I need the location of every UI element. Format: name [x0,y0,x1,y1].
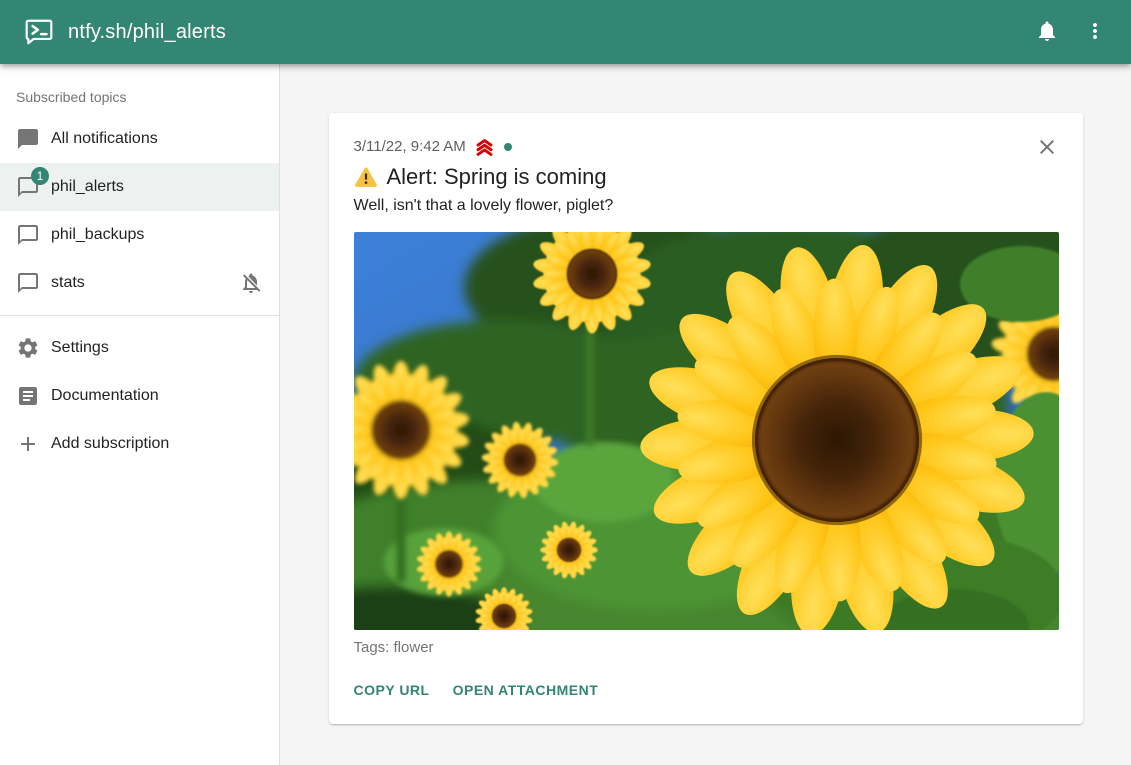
bell-off-icon [239,271,263,295]
app-title: ntfy.sh/phil_alerts [68,21,1023,44]
sidebar-item-label: All notifications [51,130,158,148]
sidebar-item-label: stats [51,274,85,292]
close-notification-button[interactable] [1027,128,1067,168]
warning-triangle-icon [354,165,378,189]
sidebar-item-label: phil_alerts [51,178,124,196]
notification-tags: Tags: flower [354,639,1059,656]
sidebar-item-phil-backups[interactable]: phil_backups [0,211,279,259]
sidebar-item-stats[interactable]: stats [0,259,279,307]
sidebar-divider [0,315,279,316]
unread-count-badge: 1 [31,167,49,185]
chat-bubble-outline-icon [16,271,40,295]
notification-timestamp: 3/11/22, 9:42 AM [354,137,466,157]
gear-icon [16,336,40,360]
notification-title-row: Alert: Spring is coming [354,163,1059,191]
chat-bubble-filled-icon [16,127,40,151]
notifications-panel: 3/11/22, 9:42 AM [280,64,1131,765]
notification-card: 3/11/22, 9:42 AM [329,113,1083,724]
chat-bubble-outline-icon [16,223,40,247]
unread-dot-indicator [504,143,512,151]
app-bar: ntfy.sh/phil_alerts [0,0,1131,64]
open-attachment-button[interactable]: OPEN ATTACHMENT [453,672,599,708]
sidebar-item-label: Add subscription [51,435,169,453]
sidebar-item-phil-alerts[interactable]: 1 phil_alerts [0,163,279,211]
sidebar-item-label: Documentation [51,387,159,405]
sidebar-item-settings[interactable]: Settings [0,324,279,372]
subscribed-topics-label: Subscribed topics [0,64,279,115]
notifications-bell-button[interactable] [1023,8,1071,56]
sidebar-item-documentation[interactable]: Documentation [0,372,279,420]
attachment-image-sunflowers[interactable] [354,232,1059,630]
notification-actions: COPY URL OPEN ATTACHMENT [354,672,1059,708]
plus-icon [16,432,40,456]
sidebar-item-all-notifications[interactable]: All notifications [0,115,279,163]
copy-url-button[interactable]: COPY URL [354,672,430,708]
ntfy-logo-icon [24,17,54,47]
bell-icon [1035,19,1059,46]
overflow-menu-button[interactable] [1071,8,1119,56]
sidebar-item-add-subscription[interactable]: Add subscription [0,420,279,468]
sidebar-item-label: phil_backups [51,226,144,244]
notification-meta: 3/11/22, 9:42 AM [354,137,1059,157]
sidebar-item-label: Settings [51,339,109,357]
close-x-icon [1035,135,1059,162]
notification-title: Alert: Spring is coming [387,163,607,191]
article-icon [16,384,40,408]
high-priority-icon [474,138,495,157]
sidebar: Subscribed topics All notifications 1 ph… [0,64,280,765]
notification-message: Well, isn't that a lovely flower, piglet… [354,195,1059,217]
chat-bubble-outline-icon: 1 [16,175,40,199]
kebab-menu-icon [1083,19,1107,46]
